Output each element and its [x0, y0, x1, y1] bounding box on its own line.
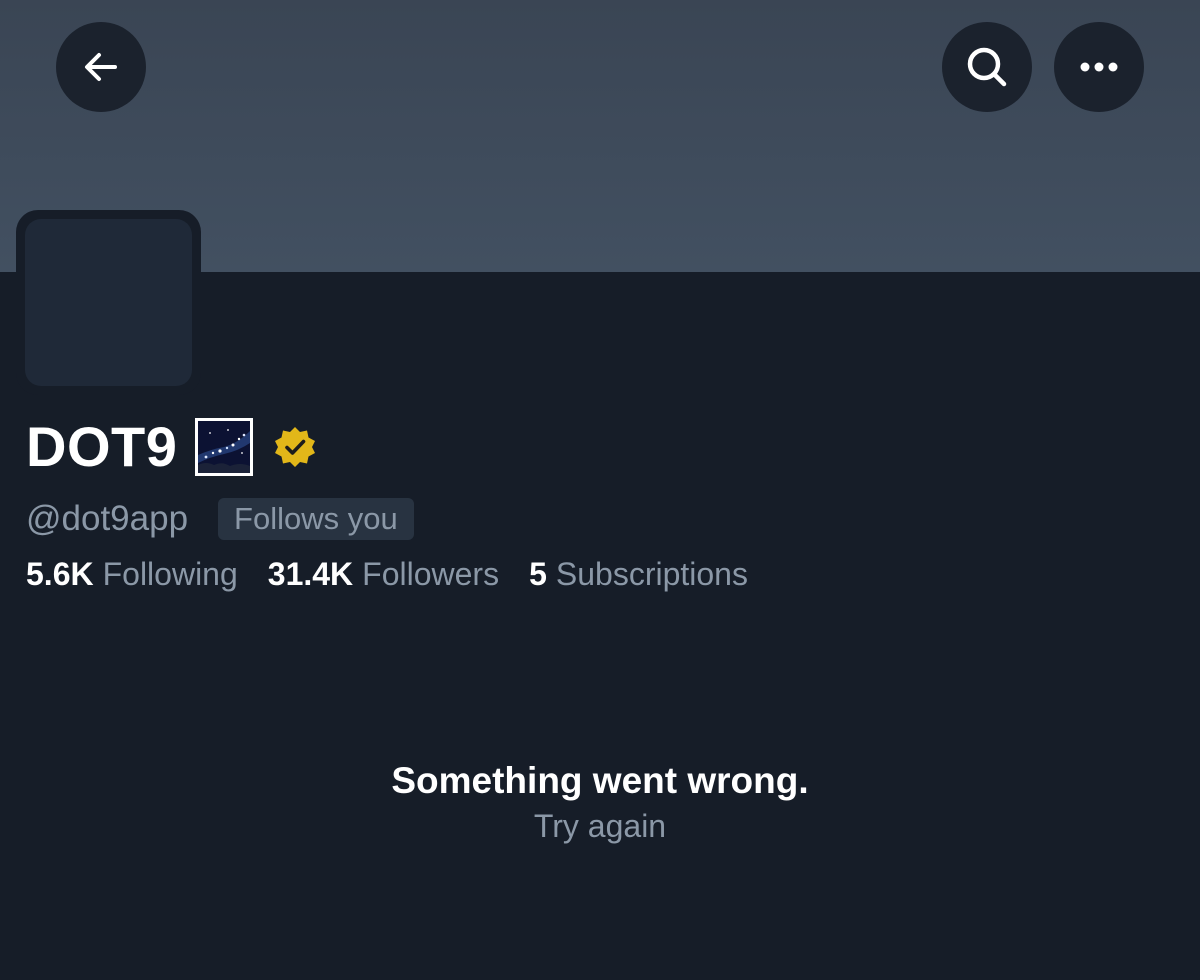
handle-row: @dot9app Follows you [26, 496, 414, 542]
profile-page: DOT9 @dot9app Follows you 5.6K Following… [0, 0, 1200, 980]
following-label: Following [102, 556, 238, 592]
back-button[interactable] [56, 22, 146, 112]
display-name: DOT9 [26, 415, 178, 478]
followers-stat[interactable]: 31.4K Followers [268, 552, 499, 596]
arrow-left-icon [85, 53, 117, 81]
verified-badge-icon[interactable] [273, 425, 317, 469]
more-options-button[interactable] [1054, 22, 1144, 112]
milky-way-emoji-icon [195, 418, 254, 476]
more-horizontal-icon [1080, 62, 1118, 72]
avatar-frame [16, 210, 201, 395]
error-message: Something went wrong. [391, 760, 809, 801]
try-again-button[interactable]: Try again [0, 806, 1200, 846]
followers-count: 31.4K [267, 556, 354, 592]
subscriptions-label: Subscriptions [555, 556, 748, 592]
avatar[interactable] [25, 219, 192, 386]
name-row: DOT9 [26, 412, 317, 482]
subscriptions-count: 5 [529, 556, 547, 592]
following-stat[interactable]: 5.6K Following [26, 552, 238, 596]
following-count: 5.6K [26, 556, 94, 592]
handle: @dot9app [26, 499, 189, 538]
follows-you-badge: Follows you [218, 498, 414, 540]
profile-stats: 5.6K Following 31.4K Followers 5 Subscri… [26, 552, 778, 596]
search-button[interactable] [942, 22, 1032, 112]
followers-label: Followers [362, 556, 500, 592]
subscriptions-stat[interactable]: 5 Subscriptions [529, 552, 748, 596]
search-icon [967, 47, 1007, 87]
